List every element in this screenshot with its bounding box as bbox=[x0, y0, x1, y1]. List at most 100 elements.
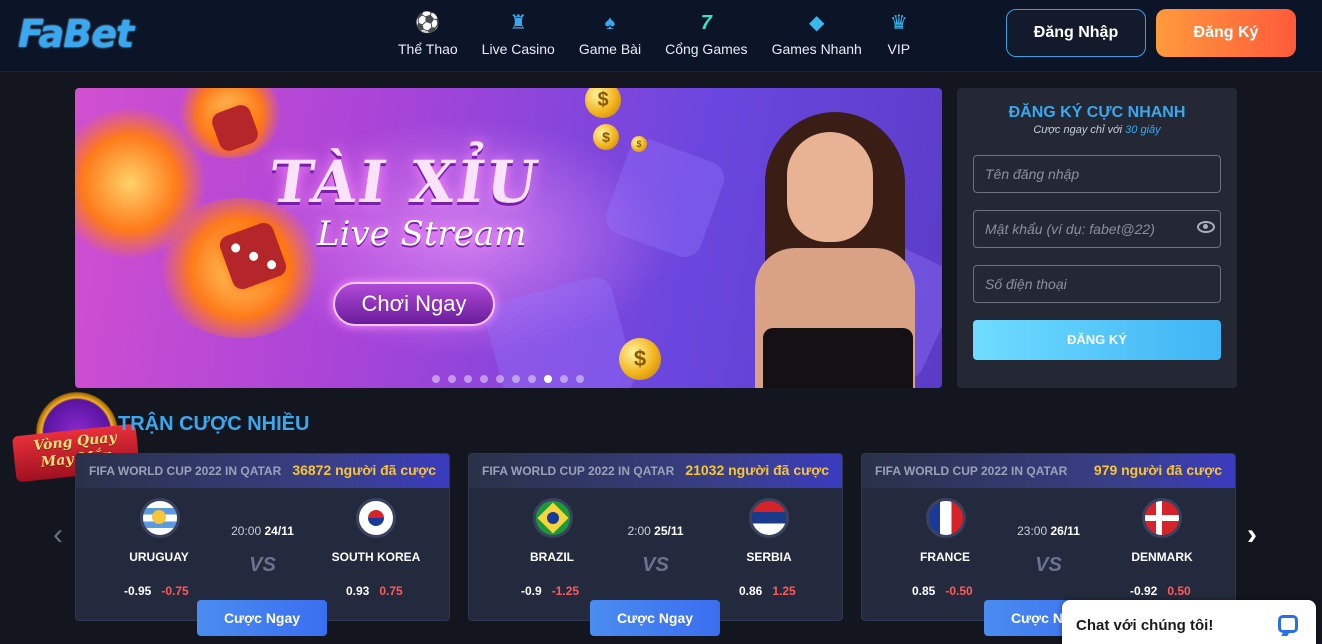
kickoff-time: 2:00 bbox=[627, 524, 651, 538]
bet-count: 36872 người đã cược bbox=[292, 462, 436, 478]
away-team: SERBIA bbox=[746, 550, 792, 564]
odd-value[interactable]: -0.50 bbox=[945, 584, 972, 598]
match-date: 24/11 bbox=[264, 524, 294, 538]
bet-count: 979 người đã cược bbox=[1093, 462, 1222, 478]
register-panel-subtitle: Cược ngay chỉ với 30 giây bbox=[957, 124, 1237, 136]
odd-value[interactable]: 0.86 bbox=[739, 584, 762, 598]
away-team: SOUTH KOREA bbox=[331, 550, 421, 564]
nav-label: Thể Thao bbox=[398, 41, 458, 57]
fabet-logo[interactable]: FaBet bbox=[18, 12, 134, 56]
presenter-image bbox=[745, 98, 925, 388]
spade-card-icon: ♠ bbox=[604, 12, 616, 34]
carousel-dot-active[interactable] bbox=[544, 375, 552, 383]
nav-item-the-thao[interactable]: ⚽ Thể Thao bbox=[398, 10, 458, 57]
league-name: FIFA WORLD CUP 2022 IN QATAR bbox=[482, 464, 675, 478]
cube-icon: ◆ bbox=[809, 12, 825, 34]
match-card[interactable]: FIFA WORLD CUP 2022 IN QATAR 36872 người… bbox=[75, 453, 450, 621]
home-odds: -0.95 -0.75 bbox=[124, 584, 189, 598]
sports-ball-icon: ⚽ bbox=[415, 12, 441, 34]
south-korea-flag-icon bbox=[356, 498, 396, 538]
subtitle-text: Cược ngay chỉ với bbox=[1033, 124, 1123, 136]
chat-label: Chat với chúng tôi! bbox=[1076, 617, 1214, 634]
card-header: FIFA WORLD CUP 2022 IN QATAR 21032 người… bbox=[469, 454, 842, 488]
trophy-icon: ♛ bbox=[889, 12, 908, 34]
carousel-dot[interactable] bbox=[496, 375, 504, 383]
carousel-dot[interactable] bbox=[560, 375, 568, 383]
banner-title: TÀI XỈU bbox=[265, 148, 544, 216]
bet-now-button[interactable]: Cược Ngay bbox=[590, 600, 720, 636]
odd-value[interactable]: 1.25 bbox=[772, 584, 795, 598]
odd-value[interactable]: -1.25 bbox=[552, 584, 579, 598]
nav-item-game-bai[interactable]: ♠ Game Bài bbox=[579, 10, 641, 57]
quick-register-panel: ĐĂNG KÝ CỰC NHANH Cược ngay chỉ với 30 g… bbox=[957, 88, 1237, 388]
serbia-flag-icon bbox=[749, 498, 789, 538]
promo-banner[interactable]: $ $ $ $ $ TÀI XỈU Live Stream Chơi Ngay bbox=[75, 88, 942, 388]
match-date: 26/11 bbox=[1050, 524, 1080, 538]
match-card[interactable]: FIFA WORLD CUP 2022 IN QATAR 979 người đ… bbox=[861, 453, 1236, 621]
carousel-dot[interactable] bbox=[432, 375, 440, 383]
nav-item-games-nhanh[interactable]: ◆ Games Nhanh bbox=[772, 10, 862, 57]
away-odds: 0.86 1.25 bbox=[739, 584, 796, 598]
denmark-flag-icon bbox=[1142, 498, 1182, 538]
nav-label: Game Bài bbox=[578, 41, 642, 57]
odd-value[interactable]: 0.93 bbox=[346, 584, 369, 598]
league-name: FIFA WORLD CUP 2022 IN QATAR bbox=[875, 464, 1068, 478]
main-nav: ⚽ Thể Thao ♜ Live Casino ♠ Game Bài 7 Cổ… bbox=[398, 10, 936, 57]
odd-value[interactable]: 0.75 bbox=[379, 584, 402, 598]
carousel-dot[interactable] bbox=[480, 375, 488, 383]
nav-item-cong-games[interactable]: 7 Cổng Games bbox=[665, 10, 747, 57]
quick-register-button[interactable]: ĐĂNG KÝ bbox=[973, 320, 1221, 360]
odd-value[interactable]: -0.92 bbox=[1130, 584, 1157, 598]
carousel-dot[interactable] bbox=[576, 375, 584, 383]
odd-value[interactable]: -0.95 bbox=[124, 584, 151, 598]
top-header: FaBet ⚽ Thể Thao ♜ Live Casino ♠ Game Bà… bbox=[0, 0, 1322, 72]
match-card[interactable]: FIFA WORLD CUP 2022 IN QATAR 21032 người… bbox=[468, 453, 843, 621]
login-button[interactable]: Đăng Nhập bbox=[1006, 9, 1146, 57]
carousel-dot[interactable] bbox=[528, 375, 536, 383]
odd-value[interactable]: -0.75 bbox=[161, 584, 188, 598]
register-button[interactable]: Đăng Ký bbox=[1156, 9, 1296, 57]
kickoff-time: 23:00 bbox=[1017, 524, 1048, 538]
nav-item-vip[interactable]: ♛ VIP bbox=[886, 10, 912, 57]
chat-widget[interactable]: Chat với chúng tôi! bbox=[1062, 600, 1316, 644]
chat-bubble-icon bbox=[1278, 615, 1298, 633]
odd-value[interactable]: 0.50 bbox=[1167, 584, 1190, 598]
bet-count: 21032 người đã cược bbox=[685, 462, 829, 478]
register-panel-title: ĐĂNG KÝ CỰC NHANH bbox=[1008, 104, 1186, 121]
match-date: 25/11 bbox=[654, 524, 684, 538]
show-password-icon[interactable] bbox=[1197, 221, 1215, 233]
carousel-dot[interactable] bbox=[512, 375, 520, 383]
away-odds: 0.93 0.75 bbox=[346, 584, 403, 598]
league-name: FIFA WORLD CUP 2022 IN QATAR bbox=[89, 464, 282, 478]
chevron-left-icon[interactable]: ‹ bbox=[48, 520, 68, 550]
bet-now-button[interactable]: Cược Ngay bbox=[197, 600, 327, 636]
username-field[interactable] bbox=[973, 155, 1221, 193]
nav-item-live-casino[interactable]: ♜ Live Casino bbox=[482, 10, 555, 57]
carousel-dots bbox=[432, 375, 592, 383]
phone-field[interactable] bbox=[973, 265, 1221, 303]
lucky-seven-icon: 7 bbox=[700, 12, 712, 34]
away-team: DENMARK bbox=[1131, 550, 1193, 564]
away-odds: -0.92 0.50 bbox=[1130, 584, 1191, 598]
gold-coin-icon: $ bbox=[631, 136, 647, 152]
carousel-dot[interactable] bbox=[464, 375, 472, 383]
nav-label: Cổng Games bbox=[665, 41, 748, 57]
home-odds: 0.85 -0.50 bbox=[912, 584, 973, 598]
section-title: TRẬN CƯỢC NHIỀU bbox=[118, 413, 310, 435]
play-now-button[interactable]: Chơi Ngay bbox=[333, 282, 495, 326]
nav-label: VIP bbox=[887, 41, 911, 57]
password-field[interactable] bbox=[973, 210, 1221, 248]
gold-coin-icon: $ bbox=[619, 338, 661, 380]
odd-value[interactable]: -0.9 bbox=[521, 584, 542, 598]
gold-coin-icon: $ bbox=[585, 88, 621, 118]
odd-value[interactable]: 0.85 bbox=[912, 584, 935, 598]
banner-subtitle: Live Stream bbox=[317, 214, 527, 254]
kickoff-time: 20:00 bbox=[231, 524, 262, 538]
subtitle-highlight: 30 giây bbox=[1125, 124, 1161, 136]
home-odds: -0.9 -1.25 bbox=[521, 584, 579, 598]
gold-coin-icon: $ bbox=[593, 124, 619, 150]
carousel-dot[interactable] bbox=[448, 375, 456, 383]
casino-chip-icon: ♜ bbox=[509, 12, 528, 34]
chevron-right-icon[interactable]: › bbox=[1242, 520, 1262, 550]
card-header: FIFA WORLD CUP 2022 IN QATAR 979 người đ… bbox=[862, 454, 1235, 488]
